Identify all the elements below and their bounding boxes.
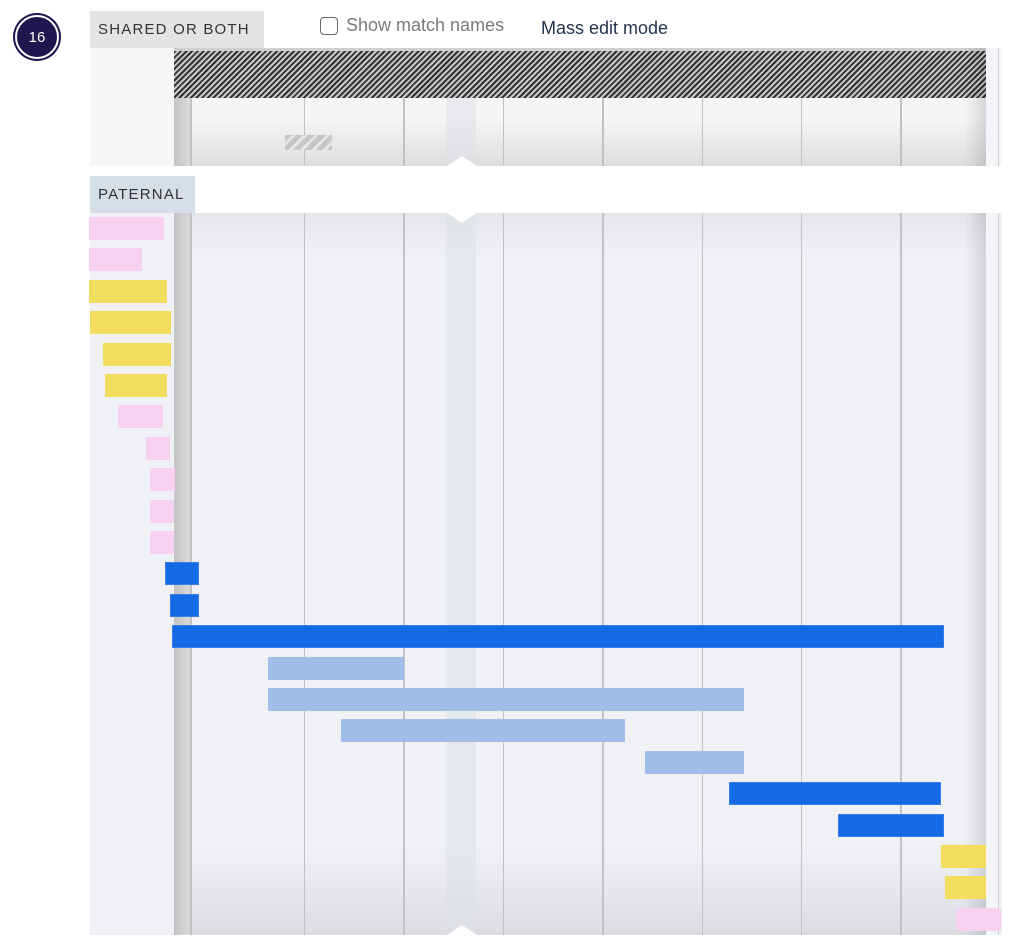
mass-edit-mode-link[interactable]: Mass edit mode [541, 18, 668, 39]
segment-bar-yellow[interactable] [944, 876, 986, 900]
shared-segments-panel [90, 48, 1002, 166]
paternal-label: PATERNAL [90, 176, 195, 213]
track-gridline [303, 213, 306, 935]
segment-bar-pink[interactable] [149, 531, 174, 554]
track-gridline [502, 213, 505, 935]
segment-bar-pink[interactable] [149, 499, 174, 523]
shared-or-both-label: SHARED OR BOTH [90, 11, 264, 48]
segment-bar-yellow[interactable] [103, 342, 171, 366]
shared-hatched-segment[interactable] [174, 48, 986, 98]
chromosome-number-badge: 16 [15, 15, 59, 59]
shared-track-end [986, 48, 999, 166]
show-match-names-checkbox[interactable] [320, 16, 338, 35]
shared-legend-column [90, 48, 174, 166]
segment-bar-light-blue[interactable] [268, 656, 404, 680]
segment-bar-yellow[interactable] [88, 279, 167, 303]
track-gridline [800, 213, 803, 935]
track-gridline [403, 213, 405, 935]
track-gridline [602, 213, 604, 935]
segment-bar-pink[interactable] [955, 907, 1001, 931]
shared-partial-segment[interactable] [285, 135, 332, 150]
shared-chromosome-track [174, 48, 986, 166]
show-match-names-toggle[interactable]: Show match names [320, 15, 504, 36]
centromere-notch-bottom [447, 925, 478, 935]
segment-bar-pink[interactable] [149, 468, 175, 492]
segment-bar-light-blue[interactable] [644, 750, 745, 774]
segment-bar-strong-blue[interactable] [169, 593, 200, 617]
segment-bar-yellow[interactable] [941, 845, 986, 868]
show-match-names-label[interactable]: Show match names [346, 15, 504, 36]
segment-bar-pink[interactable] [88, 248, 143, 272]
segment-bar-pink[interactable] [117, 405, 164, 429]
segment-bar-light-blue[interactable] [341, 719, 626, 743]
segment-bar-light-blue[interactable] [268, 688, 745, 711]
paternal-track-end [986, 213, 999, 935]
paternal-segments-panel [88, 213, 1002, 935]
segment-bar-strong-blue[interactable] [838, 813, 944, 837]
segment-bar-strong-blue[interactable] [165, 562, 200, 586]
segment-bar-strong-blue[interactable] [171, 625, 944, 649]
segment-bar-strong-blue[interactable] [728, 782, 941, 806]
segment-bar-yellow[interactable] [90, 311, 171, 335]
centromere-notch [447, 156, 478, 166]
track-gridline [701, 213, 704, 935]
centromere-notch-top [447, 213, 478, 223]
segment-bar-pink[interactable] [88, 217, 165, 240]
segment-bar-yellow[interactable] [104, 374, 167, 397]
centromere-band [446, 213, 477, 935]
segment-bar-pink[interactable] [145, 436, 170, 460]
